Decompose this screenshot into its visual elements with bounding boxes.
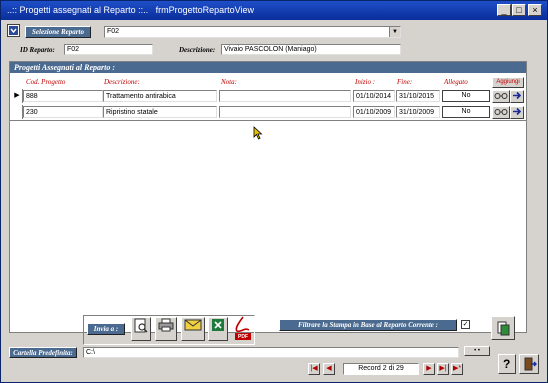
printer-icon[interactable] (155, 317, 177, 341)
document-icon (497, 321, 510, 336)
prev-record-button[interactable]: ◀ (323, 363, 335, 375)
help-icon: ? (503, 357, 510, 371)
cell-nota[interactable] (219, 90, 351, 102)
aggiungi-button[interactable]: Aggiungi (492, 77, 524, 88)
reparto-select-value: F02 (107, 28, 120, 35)
title-bar: ..:: Progetti assegnati al Reparto ::.. … (1, 1, 547, 20)
form-client-area: Selezione Reparto F02 ▼ ID Reparto: F02 … (3, 21, 545, 380)
mouse-cursor-icon (253, 126, 263, 140)
table-row[interactable]: 230 Ripristino statale 01/10/2009 31/10/… (10, 105, 526, 119)
excel-icon[interactable] (208, 317, 228, 341)
col-nota: Nota: (221, 78, 237, 86)
cell-descr[interactable]: Trattamento antirabica (103, 90, 217, 102)
cell-allegato[interactable]: No (442, 90, 490, 102)
reparto-select[interactable]: F02 ▼ (104, 26, 401, 38)
col-cod-progetto: Cod. Progetto (26, 78, 66, 86)
record-counter: Record 2 di 29 (343, 363, 419, 375)
panel-title: Progetti Assegnati al Reparto : (10, 62, 526, 73)
arrow-right-icon[interactable] (510, 90, 524, 103)
cell-allegato[interactable]: No (442, 106, 490, 118)
cell-nota[interactable] (219, 106, 351, 118)
invia-label: Invia a : (87, 323, 125, 335)
window-title: ..:: Progetti assegnati al Reparto ::.. … (7, 5, 254, 15)
maximize-button[interactable]: □ (512, 4, 526, 16)
last-record-button[interactable]: ▶| (437, 363, 449, 375)
progetti-panel: Progetti Assegnati al Reparto : Cod. Pro… (9, 61, 527, 333)
help-button[interactable]: ? (498, 354, 516, 374)
first-record-button[interactable]: |◀ (308, 363, 320, 375)
glasses-icon[interactable] (492, 90, 510, 103)
descrizione-label: Descrizione: (179, 46, 216, 54)
filtra-checkbox[interactable]: ✓ (461, 320, 470, 329)
preview-icon[interactable] (131, 317, 151, 341)
email-icon[interactable] (181, 317, 205, 341)
col-fine: Fine: (397, 78, 413, 86)
descrizione-field[interactable]: Vivaio PASCOLON (Maniago) (221, 44, 401, 55)
id-reparto-label: ID Reparto: (20, 46, 55, 54)
svg-text:?: ? (503, 357, 510, 371)
grid-divider (10, 120, 526, 121)
pdf-label: PDF (238, 334, 248, 340)
form-icon (7, 24, 20, 37)
close-button[interactable]: × (528, 4, 542, 16)
browse-button[interactable]: • • (464, 346, 490, 356)
next-record-button[interactable]: ▶ (423, 363, 435, 375)
cell-cod[interactable]: 230 (23, 106, 103, 118)
table-row[interactable]: ▶ 888 Trattamento antirabica 01/10/2014 … (10, 89, 526, 103)
pdf-icon[interactable]: PDF (232, 315, 254, 343)
minimize-button[interactable]: _ (497, 4, 511, 16)
cell-fine[interactable]: 31/10/2015 (396, 90, 440, 102)
new-record-button[interactable]: ▶* (451, 363, 463, 375)
selezione-reparto-label: Selezione Reparto (25, 26, 91, 38)
row-selector[interactable] (12, 105, 23, 119)
row-selector[interactable]: ▶ (12, 89, 23, 103)
col-allegato: Allegato (444, 78, 468, 86)
col-descrizione: Descrizione: (104, 78, 140, 86)
cell-descr[interactable]: Ripristino statale (103, 106, 217, 118)
col-inizio: Inizio : (355, 78, 376, 86)
cell-cod[interactable]: 888 (23, 90, 103, 102)
cartella-label: Cartella Predefinita: (9, 347, 77, 358)
cell-inizio[interactable]: 01/10/2009 (353, 106, 395, 118)
glasses-icon[interactable] (492, 106, 510, 119)
app-window: ..:: Progetti assegnati al Reparto ::.. … (0, 0, 548, 383)
cell-fine[interactable]: 31/10/2009 (396, 106, 440, 118)
exit-button[interactable] (519, 354, 539, 374)
chevron-down-icon[interactable]: ▼ (389, 27, 400, 37)
id-reparto-field[interactable]: F02 (64, 44, 153, 55)
arrow-right-icon[interactable] (510, 106, 524, 119)
cartella-field[interactable]: C:\ (83, 347, 459, 358)
report-button[interactable] (491, 316, 515, 340)
cell-inizio[interactable]: 01/10/2014 (353, 90, 395, 102)
filtra-label: Filtrare la Stampa in Base al Reparto Co… (279, 319, 457, 331)
exit-door-icon (524, 357, 537, 371)
